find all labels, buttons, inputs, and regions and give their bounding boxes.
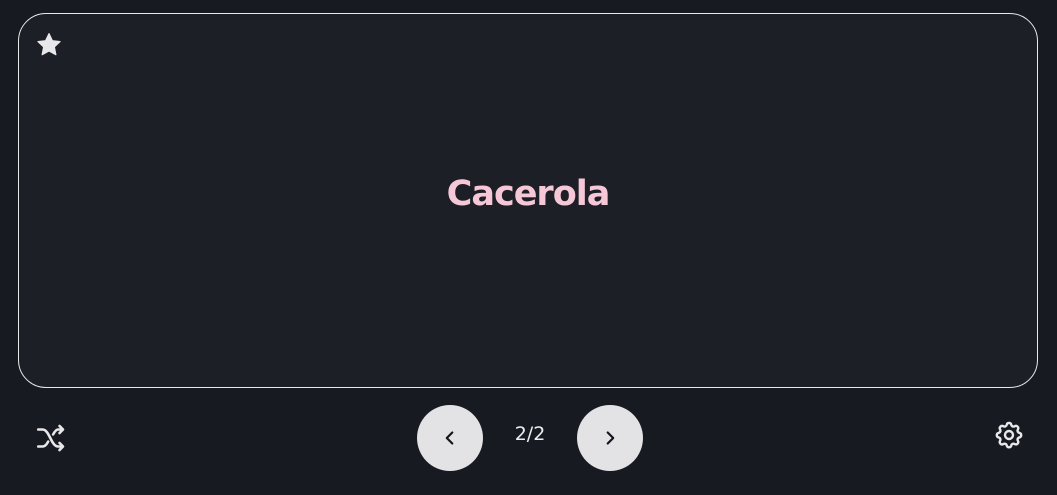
next-card-button[interactable]	[577, 405, 643, 471]
star-icon	[37, 32, 61, 56]
settings-button[interactable]	[990, 416, 1028, 454]
shuffle-button[interactable]	[32, 419, 70, 457]
flashcard-term: Cacerola	[446, 174, 611, 214]
flashcard-page: Cacerola 2/2	[0, 0, 1057, 495]
card-controls: 2/2	[0, 405, 1057, 471]
shuffle-icon	[36, 424, 65, 452]
card-counter: 2/2	[514, 423, 546, 445]
chevron-right-icon	[606, 431, 615, 445]
flashcard[interactable]: Cacerola	[18, 13, 1038, 388]
favorite-button[interactable]	[33, 29, 65, 61]
chevron-left-icon	[445, 431, 454, 445]
previous-card-button[interactable]	[417, 405, 483, 471]
gear-icon	[995, 421, 1023, 449]
